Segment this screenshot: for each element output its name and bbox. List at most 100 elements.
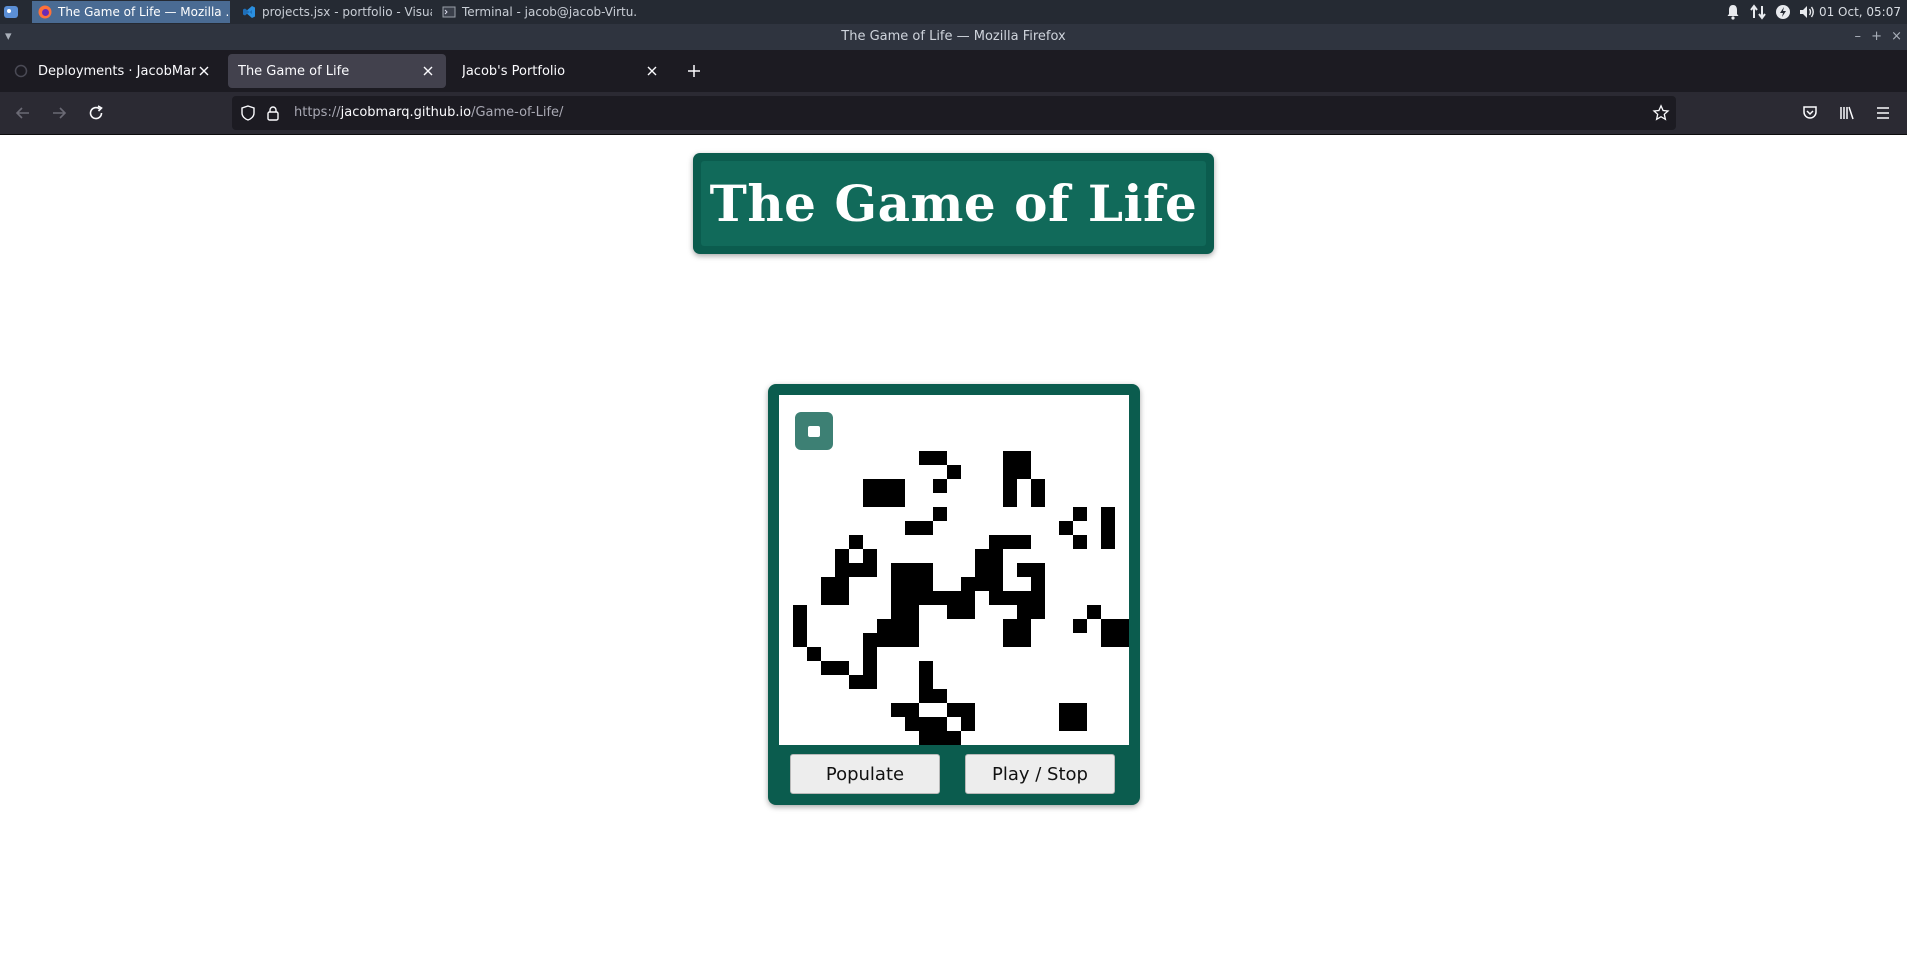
live-cell[interactable] (849, 535, 863, 549)
lock-icon[interactable] (266, 105, 280, 125)
live-cell[interactable] (877, 619, 891, 633)
live-cell[interactable] (863, 675, 877, 689)
live-cell[interactable] (1003, 591, 1017, 605)
forward-icon[interactable] (50, 104, 68, 122)
live-cell[interactable] (1031, 563, 1045, 577)
live-cell[interactable] (905, 521, 919, 535)
live-cell[interactable] (1017, 465, 1031, 479)
live-cell[interactable] (933, 731, 947, 745)
live-cell[interactable] (835, 577, 849, 591)
live-cell[interactable] (1003, 619, 1017, 633)
tracking-protection-icon[interactable] (240, 105, 256, 125)
live-cell[interactable] (1073, 703, 1087, 717)
live-cell[interactable] (863, 493, 877, 507)
live-cell[interactable] (1101, 521, 1115, 535)
live-cell[interactable] (975, 577, 989, 591)
populate-button[interactable]: Populate (790, 754, 940, 794)
live-cell[interactable] (793, 633, 807, 647)
live-cell[interactable] (1101, 633, 1115, 647)
live-cell[interactable] (1073, 619, 1087, 633)
live-cell[interactable] (891, 577, 905, 591)
live-cell[interactable] (1115, 633, 1129, 647)
live-cell[interactable] (919, 577, 933, 591)
live-cell[interactable] (1115, 619, 1129, 633)
live-cell[interactable] (919, 689, 933, 703)
live-cell[interactable] (1017, 633, 1031, 647)
live-cell[interactable] (919, 563, 933, 577)
close-tab-icon[interactable] (420, 63, 436, 79)
live-cell[interactable] (905, 577, 919, 591)
live-cell[interactable] (989, 549, 1003, 563)
live-cell[interactable] (1073, 535, 1087, 549)
live-cell[interactable] (975, 563, 989, 577)
network-icon[interactable] (1749, 3, 1767, 21)
live-cell[interactable] (1031, 493, 1045, 507)
live-cell[interactable] (933, 717, 947, 731)
live-cell[interactable] (947, 591, 961, 605)
live-cell[interactable] (947, 731, 961, 745)
maximize-icon[interactable]: + (1871, 24, 1882, 50)
live-cell[interactable] (947, 703, 961, 717)
live-cell[interactable] (919, 451, 933, 465)
live-cell[interactable] (821, 591, 835, 605)
live-cell[interactable] (891, 479, 905, 493)
live-cell[interactable] (1003, 479, 1017, 493)
live-cell[interactable] (905, 703, 919, 717)
live-cell[interactable] (891, 605, 905, 619)
live-cell[interactable] (905, 633, 919, 647)
live-cell[interactable] (793, 619, 807, 633)
live-cell[interactable] (1073, 507, 1087, 521)
live-cell[interactable] (821, 577, 835, 591)
live-cell[interactable] (821, 661, 835, 675)
live-cell[interactable] (793, 605, 807, 619)
live-cell[interactable] (1017, 451, 1031, 465)
live-cell[interactable] (877, 633, 891, 647)
live-cell[interactable] (1087, 605, 1101, 619)
live-cell[interactable] (1059, 703, 1073, 717)
live-cell[interactable] (919, 521, 933, 535)
live-cell[interactable] (905, 619, 919, 633)
live-cell[interactable] (989, 591, 1003, 605)
close-tab-icon[interactable] (644, 63, 660, 79)
live-cell[interactable] (1003, 493, 1017, 507)
live-cell[interactable] (919, 675, 933, 689)
live-cell[interactable] (1017, 535, 1031, 549)
window-menu-icon[interactable]: ▾ (5, 24, 12, 50)
minimize-icon[interactable]: – (1855, 24, 1862, 50)
live-cell[interactable] (1073, 717, 1087, 731)
live-cell[interactable] (891, 619, 905, 633)
live-cell[interactable] (961, 717, 975, 731)
live-cell[interactable] (933, 507, 947, 521)
live-cell[interactable] (1031, 605, 1045, 619)
power-icon[interactable] (1775, 3, 1791, 21)
live-cell[interactable] (891, 563, 905, 577)
app-menu-icon[interactable] (3, 4, 19, 20)
live-cell[interactable] (933, 479, 947, 493)
window-title-bar[interactable]: ▾ The Game of Life — Mozilla Firefox – +… (0, 24, 1907, 50)
live-cell[interactable] (933, 451, 947, 465)
live-cell[interactable] (863, 479, 877, 493)
clock[interactable]: 01 Oct, 05:07 (1819, 5, 1901, 19)
bookmark-star-icon[interactable] (1652, 104, 1670, 126)
taskbar-item-vscode[interactable]: projects.jsx - portfolio - Visua... (236, 1, 432, 23)
live-cell[interactable] (1017, 619, 1031, 633)
live-cell[interactable] (1003, 633, 1017, 647)
url-bar[interactable]: https://jacobmarq.github.io/Game-of-Life… (232, 96, 1676, 130)
live-cell[interactable] (961, 605, 975, 619)
live-cell[interactable] (1031, 479, 1045, 493)
game-board[interactable] (779, 395, 1129, 745)
live-cell[interactable] (947, 605, 961, 619)
live-cell[interactable] (1101, 535, 1115, 549)
live-cell[interactable] (933, 689, 947, 703)
live-cell[interactable] (891, 493, 905, 507)
library-icon[interactable] (1838, 104, 1856, 122)
tab-portfolio[interactable]: Jacob's Portfolio (452, 54, 670, 88)
live-cell[interactable] (989, 563, 1003, 577)
live-cell[interactable] (905, 591, 919, 605)
live-cell[interactable] (835, 549, 849, 563)
taskbar-item-terminal[interactable]: Terminal - jacob@jacob-Virtu... (436, 1, 636, 23)
tab-game-of-life[interactable]: The Game of Life (228, 54, 446, 88)
live-cell[interactable] (919, 661, 933, 675)
live-cell[interactable] (1003, 451, 1017, 465)
live-cell[interactable] (947, 465, 961, 479)
